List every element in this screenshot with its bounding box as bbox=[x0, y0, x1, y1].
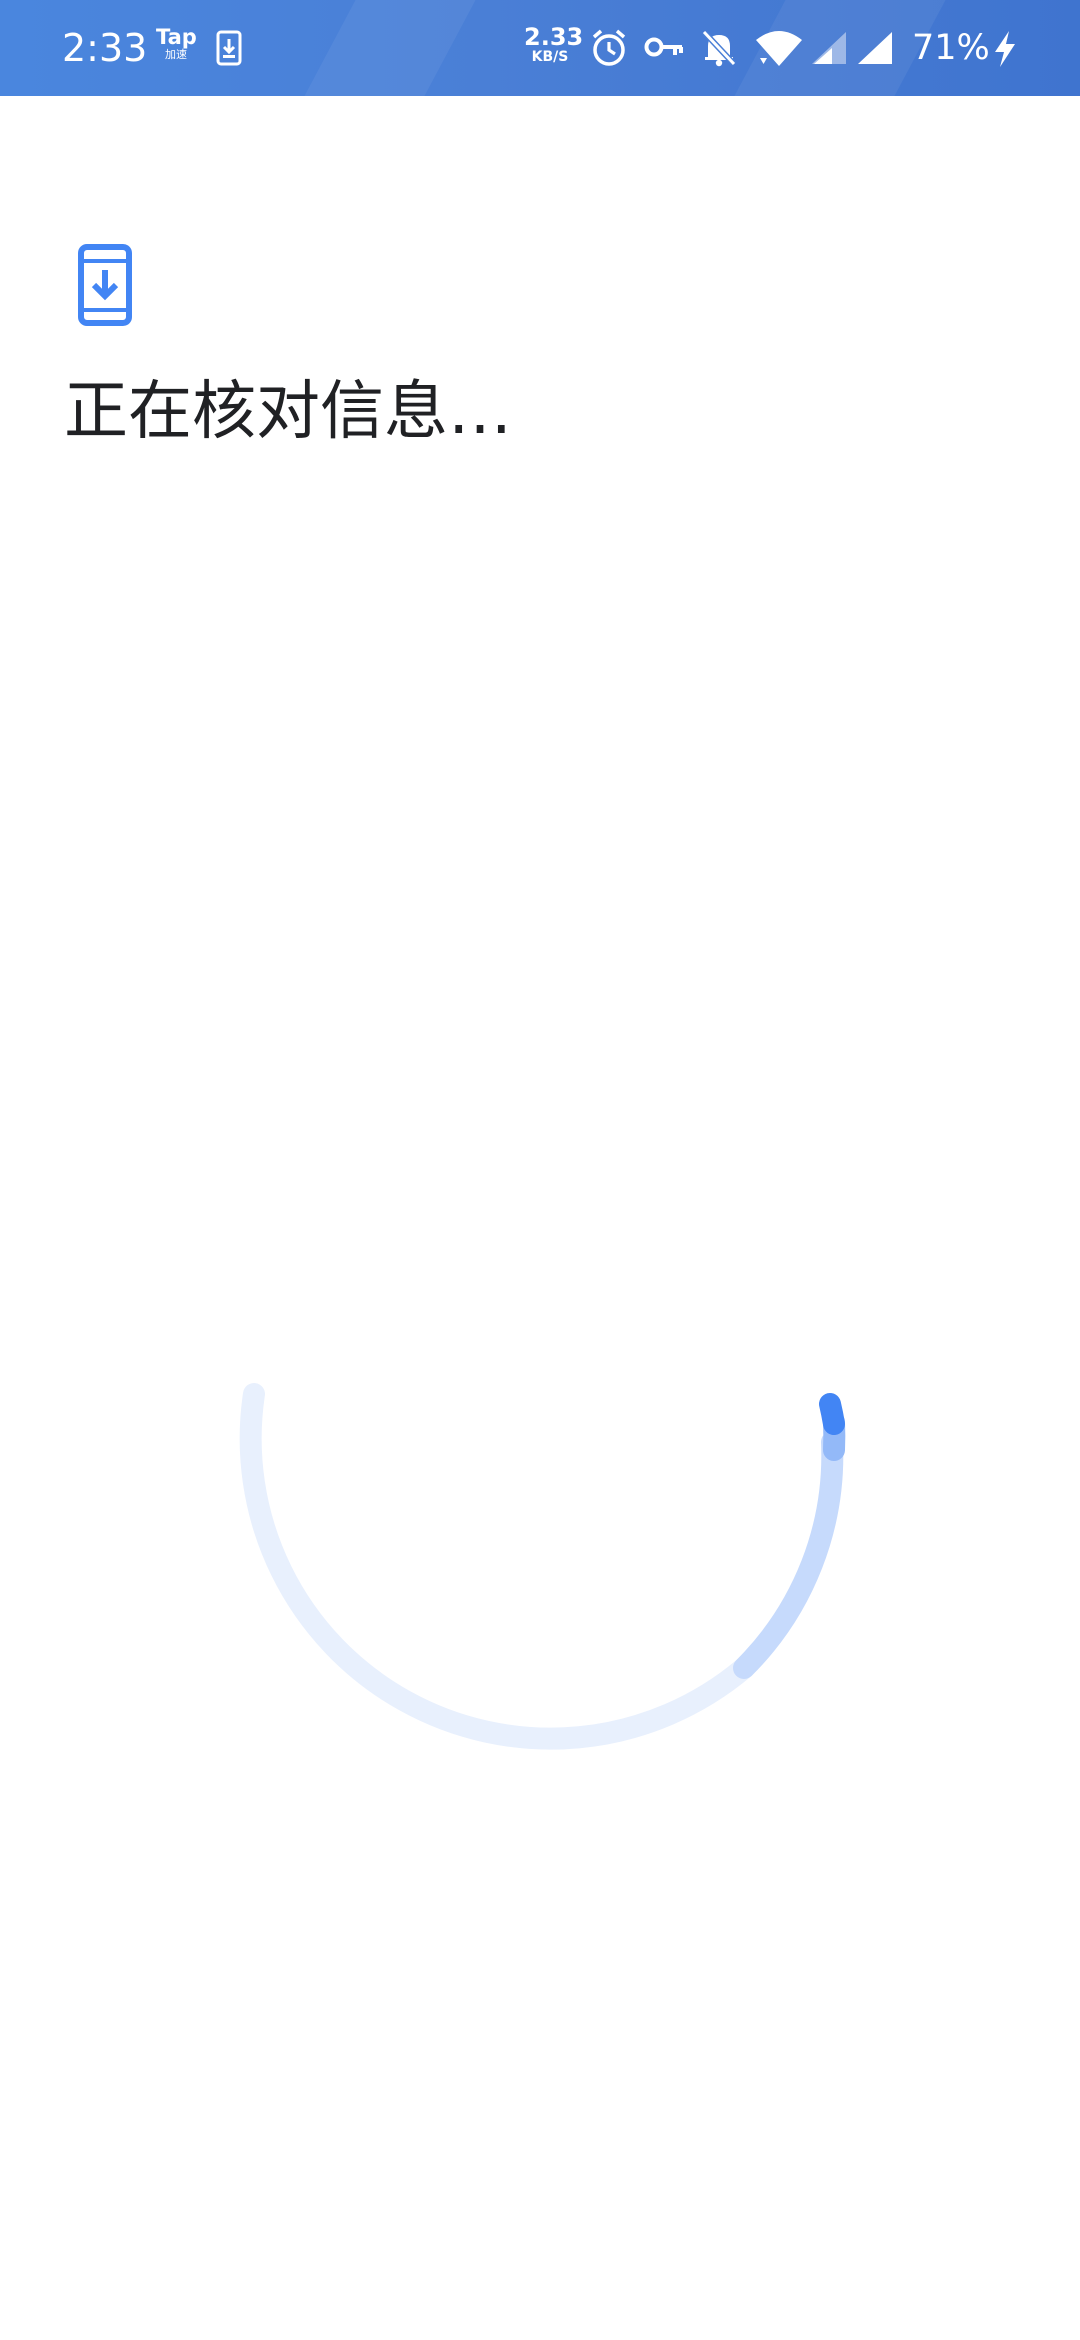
status-bar-facet bbox=[304, 0, 476, 96]
charging-bolt-icon bbox=[992, 30, 1018, 72]
cellular-signal-2-icon bbox=[856, 30, 894, 70]
battery-percentage: 71% bbox=[912, 28, 990, 68]
status-bar: 2:33 Tap 加速 2.33 KB/S 71% bbox=[0, 0, 1080, 96]
page-title: 正在核对信息… bbox=[64, 375, 512, 449]
wifi-icon bbox=[754, 30, 804, 72]
spinner-head bbox=[819, 1393, 845, 1435]
network-speed-value: 2.33 bbox=[524, 23, 584, 51]
cellular-signal-1-icon bbox=[810, 30, 848, 70]
tap-logo: Tap 加速 bbox=[156, 25, 197, 70]
status-time: 2:33 bbox=[62, 26, 148, 70]
download-notification-icon bbox=[216, 30, 242, 70]
spinner-track bbox=[239, 1383, 755, 1750]
loading-spinner bbox=[220, 1370, 860, 1790]
bell-muted-icon bbox=[700, 28, 738, 72]
network-speed: 2.33 KB/S bbox=[524, 23, 584, 65]
tap-logo-text: Tap bbox=[156, 25, 197, 49]
tap-logo-subtext: 加速 bbox=[165, 48, 187, 61]
phone-download-icon bbox=[78, 244, 132, 326]
spinner-mid-segment bbox=[733, 1431, 844, 1679]
vpn-key-icon bbox=[644, 34, 684, 64]
network-speed-unit: KB/S bbox=[531, 49, 569, 65]
alarm-icon bbox=[590, 28, 628, 72]
